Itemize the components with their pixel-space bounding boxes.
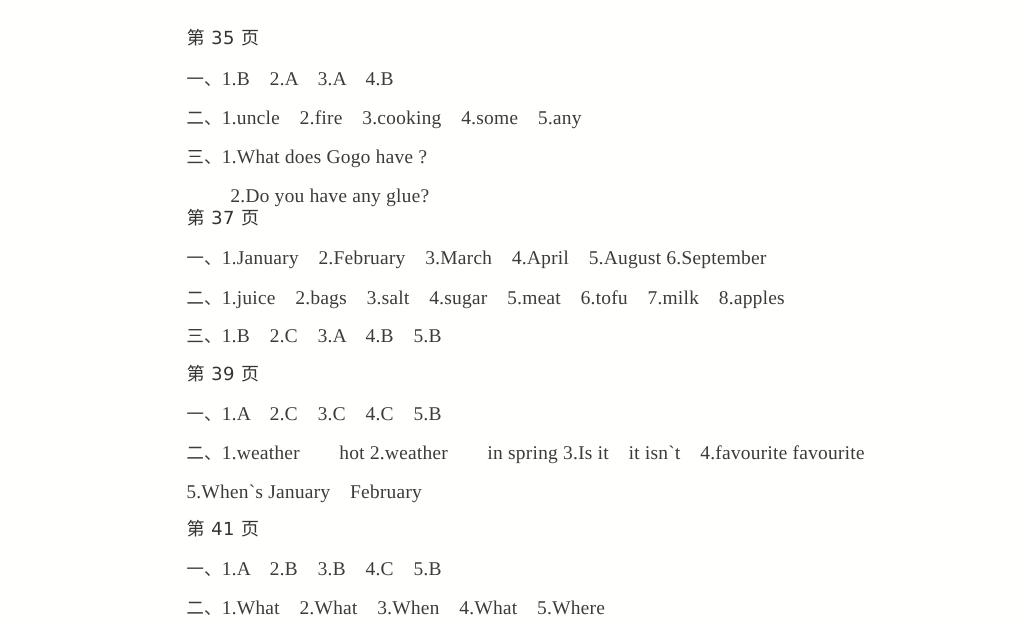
item-content: 1.B 2.C 3.A 4.B 5.B bbox=[221, 325, 442, 347]
page-heading-35-text: 第 35 页 bbox=[186, 28, 260, 49]
item-marker: 一、 bbox=[186, 69, 222, 90]
item-marker: 二、 bbox=[186, 108, 222, 129]
item-marker: 二、 bbox=[186, 443, 222, 464]
item-marker: 一、 bbox=[186, 248, 222, 269]
item-marker: 一、 bbox=[186, 404, 222, 425]
item-content: 1.uncle 2.fire 3.cooking 4.some 5.any bbox=[221, 107, 582, 129]
item-content: 2.Do you have any glue? bbox=[230, 185, 430, 207]
item-content: 1.B 2.A 3.A 4.B bbox=[221, 68, 394, 90]
item-content: 5.When`s January February bbox=[186, 481, 422, 503]
answer-row-41-2: 二、1.What 2.What 3.When 4.What 5.Where bbox=[166, 579, 605, 638]
item-content: 1.weather hot 2.weather in spring 3.Is i… bbox=[221, 442, 865, 464]
item-marker: 二、 bbox=[186, 288, 222, 309]
page-heading-39-text: 第 39 页 bbox=[186, 364, 260, 385]
document-page: 第 35 页 一、1.B 2.A 3.A 4.B 二、1.uncle 2.fir… bbox=[0, 0, 1024, 622]
item-marker: 一、 bbox=[186, 559, 222, 580]
item-content: 1.What does Gogo have ? bbox=[221, 146, 428, 168]
answer-row-41-3: 三、1. 2.√ 3. 4.√ 5.√ bbox=[166, 612, 408, 622]
item-content: 1.juice 2.bags 3.salt 4.sugar 5.meat 6.t… bbox=[221, 287, 785, 309]
page-heading-41-text: 第 41 页 bbox=[186, 519, 260, 540]
page-heading-37-text: 第 37 页 bbox=[186, 208, 260, 229]
item-content: 1.A 2.B 3.B 4.C 5.B bbox=[221, 558, 442, 580]
item-marker: 三、 bbox=[186, 147, 222, 168]
item-marker: 三、 bbox=[186, 326, 222, 347]
item-content: 1.A 2.C 3.C 4.C 5.B bbox=[221, 403, 442, 425]
item-content: 1.January 2.February 3.March 4.April 5.A… bbox=[221, 247, 767, 269]
